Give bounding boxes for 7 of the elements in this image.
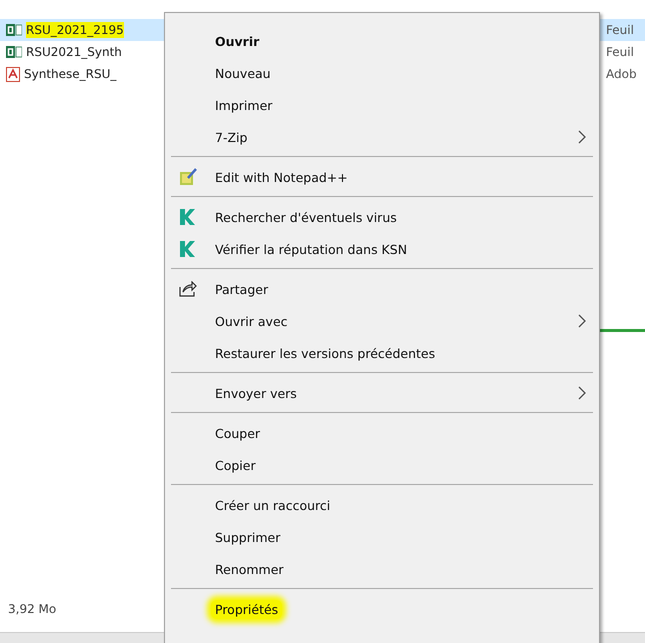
file-type: Feuil	[606, 45, 634, 59]
file-type: Adob	[606, 67, 637, 81]
file-type: Feuil	[606, 23, 634, 37]
file-size: 3,92 Mo	[8, 602, 56, 616]
file-name: RSU2021_Synth	[26, 44, 122, 60]
file-name: Synthese_RSU_	[24, 66, 116, 82]
file-name: RSU_2021_2195	[26, 22, 124, 38]
